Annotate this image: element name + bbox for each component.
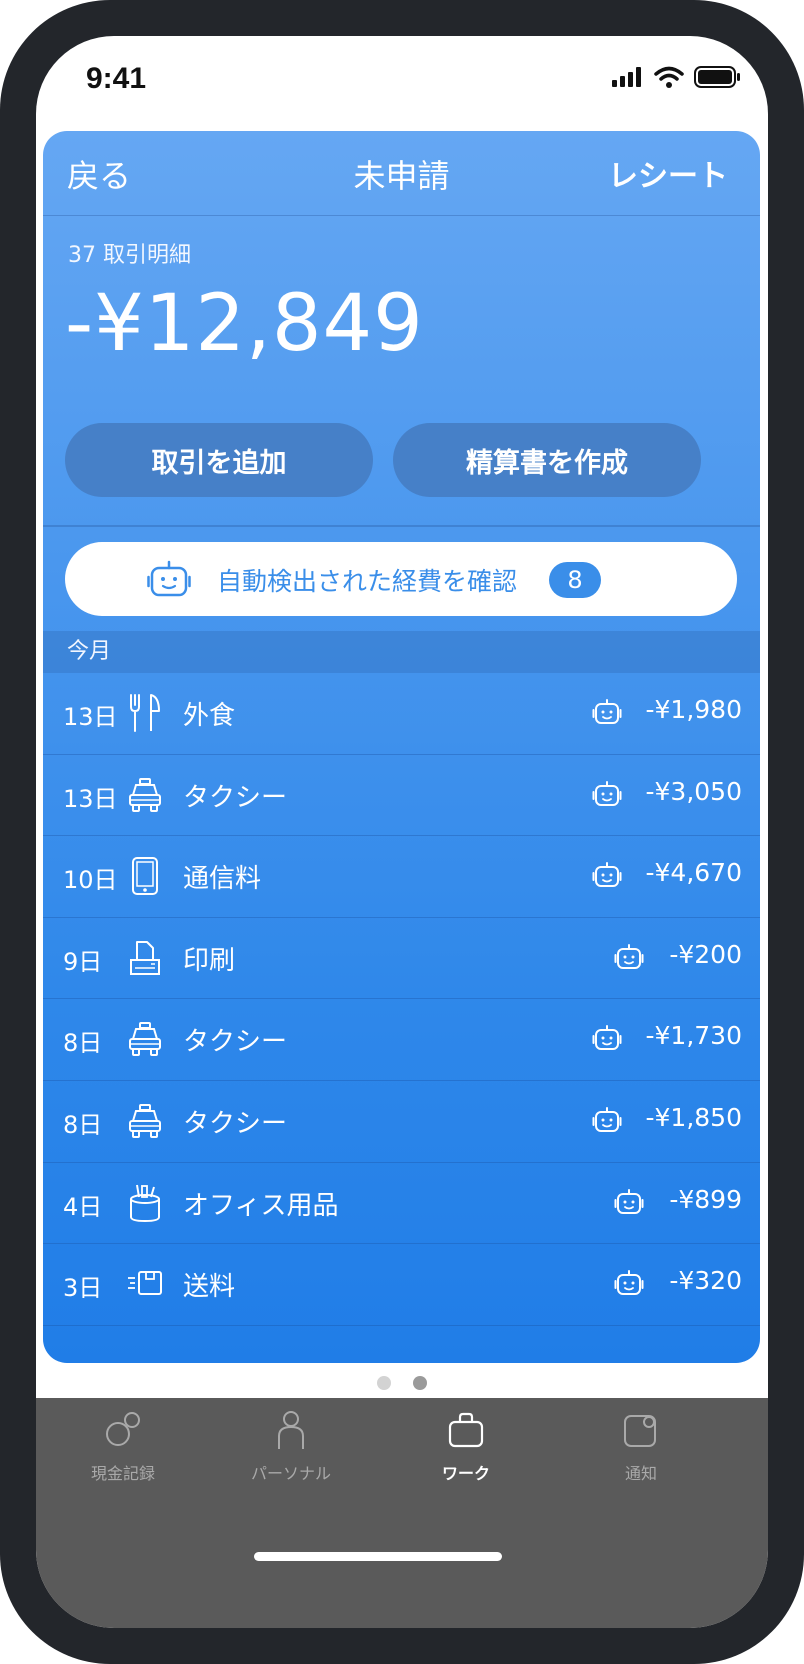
auto-detect-label: 自動検出された経費を確認 bbox=[217, 567, 518, 596]
create-report-button[interactable]: 精算書を作成 bbox=[393, 423, 701, 497]
transaction-date: 13日 bbox=[63, 703, 118, 731]
robot-icon bbox=[592, 699, 622, 729]
transaction-amount: -¥1,980 bbox=[645, 695, 743, 724]
transaction-row[interactable]: 8日 タクシー -¥1,730 bbox=[43, 999, 760, 1081]
transaction-date: 3日 bbox=[63, 1274, 103, 1303]
transaction-row[interactable]: 9日 印刷 -¥200 bbox=[43, 918, 760, 1000]
robot-icon bbox=[592, 780, 622, 811]
briefcase-icon bbox=[448, 1412, 484, 1448]
robot-icon bbox=[592, 1106, 622, 1137]
add-transaction-button[interactable]: 取引を追加 bbox=[65, 423, 373, 497]
nav-bar: 戻る 未申請 レシート bbox=[43, 131, 760, 216]
transaction-category: オフィス用品 bbox=[183, 1190, 339, 1221]
tab-label: 通知 bbox=[624, 1464, 657, 1483]
transaction-amount: -¥1,850 bbox=[645, 1102, 743, 1132]
page-dot[interactable] bbox=[377, 1376, 391, 1390]
robot-icon bbox=[614, 943, 644, 974]
robot-icon bbox=[614, 1270, 644, 1300]
transaction-amount: -¥899 bbox=[669, 1184, 742, 1214]
transaction-row[interactable]: 8日 タクシー -¥1,850 bbox=[43, 1081, 760, 1163]
transaction-date: 10日 bbox=[63, 866, 118, 895]
auto-detect-count-badge: 8 bbox=[549, 562, 601, 598]
transaction-row[interactable]: 4日 オフィス用品 -¥899 bbox=[43, 1163, 760, 1245]
tab-personal[interactable]: パーソナル bbox=[216, 1410, 366, 1484]
tab-label: ワーク bbox=[441, 1464, 490, 1483]
transaction-category: 通信料 bbox=[183, 864, 262, 895]
notification-icon bbox=[624, 1415, 656, 1447]
page-indicator bbox=[36, 1376, 768, 1390]
transaction-category: 送料 bbox=[183, 1272, 236, 1303]
home-indicator[interactable] bbox=[254, 1552, 502, 1561]
transaction-category: 外食 bbox=[183, 701, 236, 731]
transaction-list: 13日 外食 -¥1,980 13日 タクシー -¥3,050 10日 通信料 -¥4,670 9… bbox=[43, 673, 760, 1326]
tab-bar: 現金記録 パーソナル ワーク 通知 bbox=[36, 1398, 768, 1628]
robot-icon bbox=[147, 560, 191, 597]
utensils-icon bbox=[127, 693, 163, 733]
transaction-category: タクシー bbox=[183, 1027, 288, 1058]
transaction-amount: -¥1,730 bbox=[645, 1021, 743, 1051]
total-amount: -¥12,849 bbox=[65, 279, 424, 369]
transaction-category: 印刷 bbox=[183, 945, 236, 976]
transaction-date: 9日 bbox=[63, 947, 103, 976]
expense-card: 戻る 未申請 レシート 37 取引明細 -¥12,849 取引を追加 精算書を作… bbox=[43, 131, 760, 1363]
transaction-date: 4日 bbox=[63, 1192, 103, 1221]
tab-work[interactable]: ワーク bbox=[391, 1410, 541, 1484]
transaction-date: 8日 bbox=[63, 1029, 103, 1058]
robot-icon bbox=[592, 1025, 622, 1055]
tab-label: パーソナル bbox=[250, 1464, 331, 1483]
taxi-icon bbox=[127, 1101, 163, 1141]
status-bar: 9:41 bbox=[36, 36, 768, 136]
transaction-row[interactable]: 13日 タクシー -¥3,050 bbox=[43, 755, 760, 837]
transaction-category: タクシー bbox=[183, 782, 288, 813]
wifi-icon bbox=[654, 66, 684, 88]
tab-notifications[interactable]: 通知 bbox=[566, 1410, 716, 1484]
transaction-count: 37 取引明細 bbox=[68, 243, 191, 268]
package-icon bbox=[127, 1264, 163, 1304]
transaction-amount: -¥320 bbox=[669, 1266, 742, 1296]
pencil-cup-icon bbox=[127, 1183, 163, 1223]
cash-icon bbox=[106, 1412, 140, 1446]
taxi-icon bbox=[127, 775, 163, 815]
signal-icon bbox=[612, 67, 641, 87]
person-icon bbox=[278, 1411, 304, 1449]
divider bbox=[43, 525, 760, 527]
screen: 9:41 戻る 未申請 レシート 37 取引明細 -¥12,849 取引を追加 … bbox=[36, 36, 768, 1628]
taxi-icon bbox=[127, 1019, 163, 1059]
phone-frame: 9:41 戻る 未申請 レシート 37 取引明細 -¥12,849 取引を追加 … bbox=[0, 0, 804, 1664]
printer-icon bbox=[127, 938, 163, 978]
status-icons bbox=[612, 66, 740, 88]
transaction-date: 8日 bbox=[63, 1110, 103, 1139]
transaction-amount: -¥4,670 bbox=[645, 858, 743, 888]
transaction-row[interactable]: 10日 通信料 -¥4,670 bbox=[43, 836, 760, 918]
tab-label: 現金記録 bbox=[90, 1464, 155, 1483]
tab-cash[interactable]: 現金記録 bbox=[48, 1410, 198, 1484]
section-header: 今月 bbox=[43, 631, 760, 673]
status-time: 9:41 bbox=[86, 62, 147, 95]
transaction-amount: -¥3,050 bbox=[645, 776, 743, 806]
robot-icon bbox=[614, 1188, 644, 1219]
battery-icon bbox=[694, 66, 740, 88]
page-dot-active[interactable] bbox=[413, 1376, 427, 1390]
transaction-date: 13日 bbox=[63, 784, 118, 813]
transaction-row[interactable]: 13日 外食 -¥1,980 bbox=[43, 673, 760, 755]
transaction-amount: -¥200 bbox=[669, 939, 742, 969]
transaction-category: タクシー bbox=[183, 1108, 288, 1139]
auto-detect-button[interactable]: 自動検出された経費を確認 8 bbox=[65, 542, 737, 616]
transaction-row[interactable]: 3日 送料 -¥320 bbox=[43, 1244, 760, 1326]
robot-icon bbox=[592, 862, 622, 892]
receipt-button[interactable]: レシート bbox=[608, 151, 728, 195]
phone-icon bbox=[127, 856, 163, 896]
